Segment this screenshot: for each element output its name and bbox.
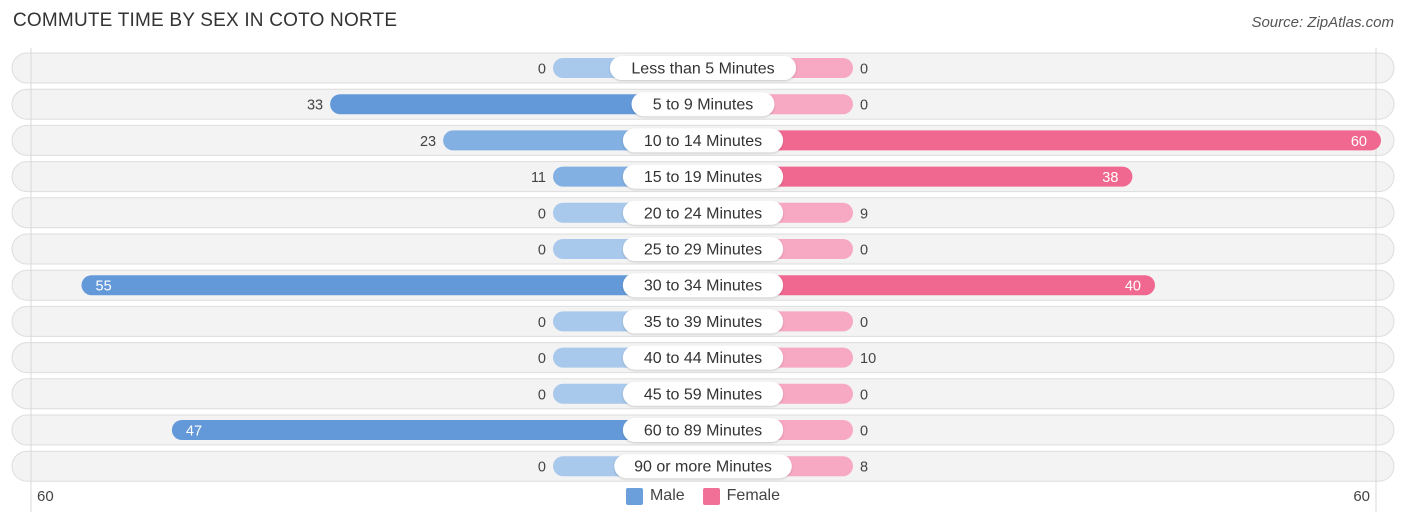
value-label-female: 0 <box>860 62 868 78</box>
legend-swatch-female <box>702 487 720 505</box>
value-label-female: 38 <box>1102 170 1118 186</box>
value-label-male: 0 <box>538 315 546 331</box>
category-label: 35 to 39 Minutes <box>644 314 762 331</box>
value-label-female: 0 <box>860 315 868 331</box>
value-label-male: 0 <box>538 460 546 476</box>
value-label-male: 0 <box>538 206 546 222</box>
value-label-female: 9 <box>860 206 868 222</box>
value-label-male: 47 <box>186 424 202 440</box>
bar-male <box>81 275 703 296</box>
bar-female <box>703 130 1381 151</box>
value-label-male: 55 <box>96 279 112 295</box>
value-label-female: 0 <box>860 424 868 440</box>
category-label: 5 to 9 Minutes <box>653 97 754 114</box>
value-label-female: 60 <box>1351 134 1367 150</box>
legend-swatch-male <box>625 487 643 505</box>
category-label: 25 to 29 Minutes <box>644 242 762 259</box>
value-label-male: 33 <box>307 98 323 114</box>
category-label: 45 to 59 Minutes <box>644 386 762 403</box>
legend: Male Female <box>0 487 1406 505</box>
category-label: 40 to 44 Minutes <box>644 350 762 367</box>
value-label-female: 8 <box>860 460 868 476</box>
legend-label-female: Female <box>726 487 781 504</box>
category-label: 30 to 34 Minutes <box>644 278 762 295</box>
chart-plot: 0 0 Less than 5 Minutes 33 0 5 to 9 Minutes 23… <box>11 48 1395 512</box>
value-label-male: 0 <box>538 351 546 367</box>
value-label-female: 40 <box>1125 279 1141 295</box>
legend-label-male: Male <box>649 487 685 504</box>
category-label: 90 or more Minutes <box>634 459 772 476</box>
value-label-male: 11 <box>531 170 546 186</box>
category-label: 20 to 24 Minutes <box>644 205 762 222</box>
legend-item-female: Female <box>702 487 781 505</box>
category-label: 10 to 14 Minutes <box>644 133 762 150</box>
value-label-female: 0 <box>860 243 868 259</box>
value-label-male: 0 <box>538 387 546 403</box>
category-label: 15 to 19 Minutes <box>644 169 762 186</box>
value-label-female: 0 <box>860 387 868 403</box>
category-label: 60 to 89 Minutes <box>644 423 762 440</box>
value-label-female: 0 <box>860 98 868 114</box>
legend-item-male: Male <box>625 487 685 505</box>
value-label-male: 0 <box>538 62 546 78</box>
value-label-male: 0 <box>538 243 546 259</box>
category-label: Less than 5 Minutes <box>631 61 774 78</box>
value-label-male: 23 <box>420 134 436 150</box>
value-label-female: 10 <box>860 351 876 367</box>
